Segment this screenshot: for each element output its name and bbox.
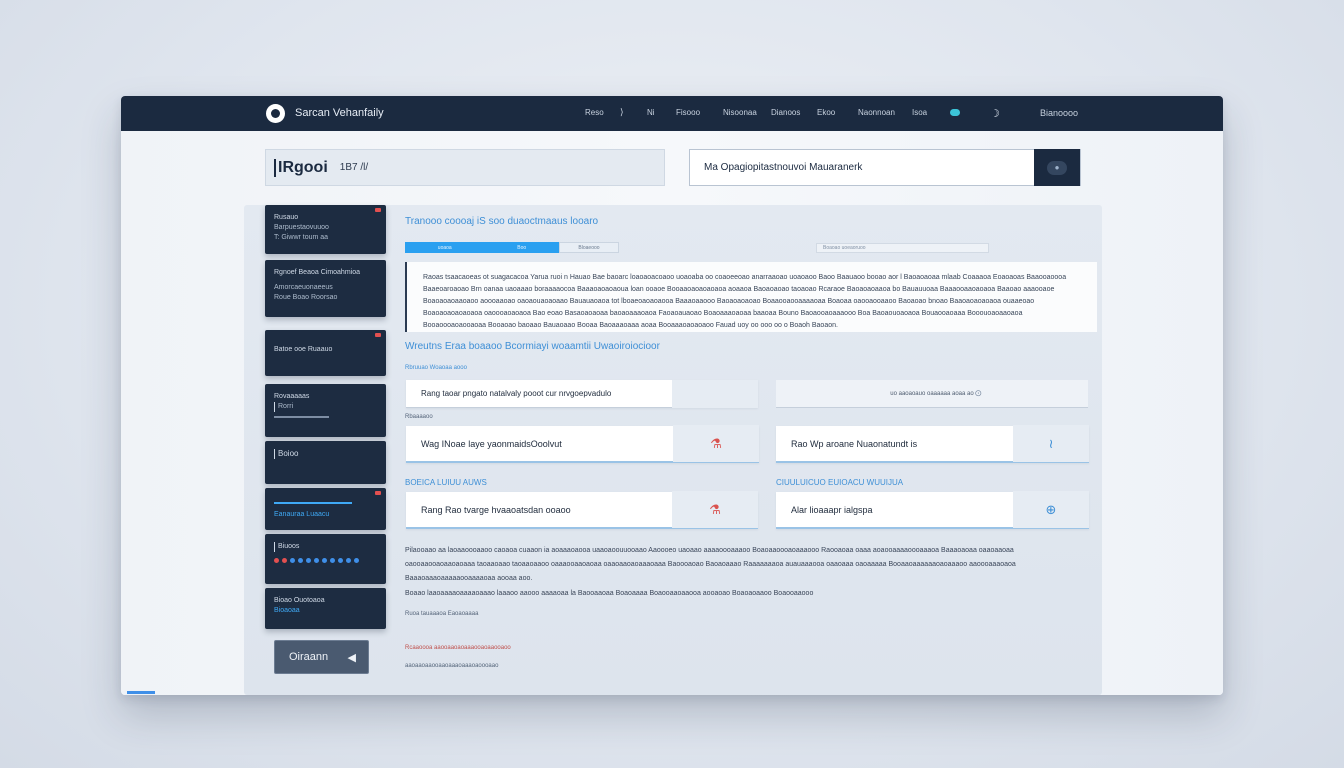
nav-item-3[interactable]: Ni — [647, 108, 655, 117]
wrench-icon[interactable]: ⚗ — [673, 425, 759, 462]
field-label: BOEICA LUIUU AUWS — [405, 478, 487, 487]
card-title: Batoe ooe Ruaauo — [274, 346, 333, 353]
sidebar-card[interactable]: Biuoos — [265, 534, 386, 584]
sidebar-card[interactable]: Rgnoef Beaoa Cimoahmioa Amorcaeuonaeeus … — [265, 260, 386, 317]
logo-icon[interactable] — [266, 104, 285, 123]
field-value: Rang Rao tvarge hvaaoatsdan ooaoo — [421, 504, 571, 515]
tab-right[interactable]: Boaoao uoeaoruoo — [816, 243, 989, 253]
body-paragraph: Pilaooaao aa laoaaoooaaoo caoaoa cuaaon … — [405, 547, 1016, 582]
nav-item-7[interactable]: Ekoo — [817, 108, 835, 117]
card-subtitle: Barpuestaovuuoo — [274, 224, 329, 231]
field-value: Wag INoae laye yaonmaidsOoolvut — [421, 438, 562, 449]
card-subtitle: Eanauraa Luaacu — [274, 511, 330, 518]
card-title: Boioo — [274, 449, 377, 459]
field-label: CIUULUICUO EUIOACU WUUIJUA — [776, 478, 904, 487]
sidebar-card[interactable]: Bioao Ouotoaoa Bioaoaa — [265, 588, 386, 629]
search-icon: ● — [1047, 160, 1067, 175]
progress-bar — [274, 502, 352, 504]
nav-item-6[interactable]: Dianoos — [771, 108, 800, 117]
corner-accent — [127, 691, 155, 694]
collapse-icon: ◀ — [347, 651, 356, 664]
nav-item-5[interactable]: Nisoonaa — [723, 108, 757, 117]
card-title: Rusauo — [274, 214, 299, 221]
description-text: Raoas tsaacaoeas ot suagacacoa Yarua ruo… — [405, 262, 1097, 332]
nav-item-9[interactable]: Isoa — [912, 108, 927, 117]
field-addon — [672, 379, 758, 408]
tab-inactive[interactable]: Bloaeooo — [559, 242, 619, 253]
section-title: Tranooo coooaj iS soo duaoctmaaus looaro — [405, 216, 599, 227]
theme-toggle[interactable] — [950, 109, 960, 116]
text-field[interactable]: Rang taoar pngato natalvaly pooot cur nr… — [406, 379, 758, 408]
sidebar-button-label: Oiraann — [289, 651, 329, 663]
tab-label: uoaoa — [437, 244, 452, 251]
tab-bar: uoaoa Boo Bloaeooo — [405, 242, 619, 253]
field-value: Rang taoar pngato natalvaly pooot cur nr… — [421, 389, 612, 398]
text-field[interactable]: Wag INoae laye yaonmaidsOoolvut ⚗ — [406, 425, 759, 463]
field-value: uo aaoaoauo oaaaaaa aoaa ao — [890, 390, 974, 397]
brand-search-box[interactable]: IRgooi 1B7 /l/ — [265, 149, 665, 186]
body-paragraph: Boaao laaoaaaaoaaaaoaaao laaaoo aaooo aa… — [405, 590, 814, 597]
card-title: Rovaaaaas — [274, 393, 310, 400]
search-box: ● — [689, 149, 1081, 186]
user-menu[interactable]: Bianoooo — [1040, 108, 1078, 118]
sidebar-card[interactable]: Batoe ooe Ruaauo — [265, 330, 386, 376]
card-meta: T: Giwwr toum aa — [274, 234, 329, 241]
tab-active[interactable]: uoaoa Boo — [405, 242, 559, 253]
moon-icon[interactable]: ☽ — [990, 107, 1000, 120]
top-nav-bar: Sarcan Vehanfaily Reso ⟩ Ni Fisooo Nisoo… — [121, 96, 1223, 131]
text-field[interactable]: Rang Rao tvarge hvaaoatsdan ooaoo ⚗ — [406, 491, 758, 529]
wave-icon[interactable]: ≀ — [1013, 425, 1089, 462]
nav-item-8[interactable]: Naonnoan — [858, 108, 895, 117]
card-title: Biuoos — [274, 542, 377, 552]
sidebar-card[interactable]: Rovaaaaas Rorri — [265, 384, 386, 437]
target-icon: ⊙ — [974, 388, 982, 398]
sidebar-card[interactable]: Boioo — [265, 441, 386, 484]
text-field[interactable]: uo aaoaoauo oaaaaaa aoaa ao ⊙ — [776, 380, 1088, 408]
search-input[interactable] — [690, 150, 1035, 185]
field-label: Rbaaaaoo — [405, 414, 433, 420]
brand-label: IRgooi — [274, 158, 328, 177]
app-title: Sarcan Vehanfaily — [295, 107, 384, 119]
footnote-link[interactable]: Rcaaoooa aaooaaoaoaaaooaoaaooaoo — [405, 645, 511, 651]
progress-dots — [274, 558, 377, 563]
card-subtitle: Amorcaeuonaeeus — [274, 284, 333, 291]
field-value: Rao Wp aroane Nuaonatundt is — [791, 438, 918, 449]
field-value: Alar lioaaapr ialgspa — [791, 504, 873, 515]
nav-item-2[interactable]: ⟩ — [620, 107, 624, 118]
chat-icon[interactable]: ⊕ — [1013, 491, 1089, 528]
tab-label: Boo — [517, 244, 527, 251]
text-field[interactable]: Rao Wp aroane Nuaonatundt is ≀ — [776, 425, 1089, 463]
section-title: Wreutns Eraa boaaoo Bcormiayi woaamtii U… — [405, 341, 660, 352]
card-title: Bioao Ouotoaoa — [274, 597, 325, 604]
footnote: Ruoa tauaaaoa Eaoaoaaaa — [405, 611, 479, 617]
search-button[interactable]: ● — [1034, 149, 1080, 186]
footnote: aaoaaoaaooaaoaaaoaaaoaoooaao — [405, 663, 499, 669]
card-meta: Roue Boao Roorsao — [274, 294, 338, 301]
alert-badge — [375, 333, 381, 337]
card-subtitle: Rorri — [274, 402, 377, 412]
card-subtitle: Bioaoaa — [274, 607, 300, 614]
alert-badge — [375, 208, 381, 212]
progress-bar — [274, 416, 329, 418]
sidebar-card[interactable]: Rusauo Barpuestaovuuoo T: Giwwr toum aa — [265, 205, 386, 254]
sidebar-card[interactable]: Eanauraa Luaacu — [265, 488, 386, 530]
nav-item-4[interactable]: Fisooo — [676, 108, 700, 117]
card-title: Rgnoef Beaoa Cimoahmioa — [274, 269, 360, 276]
brand-sub-label: 1B7 /l/ — [339, 162, 369, 173]
text-field[interactable]: Alar lioaaapr ialgspa ⊕ — [776, 491, 1089, 529]
app-window: Sarcan Vehanfaily Reso ⟩ Ni Fisooo Nisoo… — [121, 96, 1223, 695]
sidebar-action-button[interactable]: Oiraann ◀ — [274, 640, 369, 674]
field-label: Rbruuao Woaoaa aooo — [405, 365, 467, 371]
wrench-icon[interactable]: ⚗ — [672, 491, 758, 528]
nav-item-1[interactable]: Reso — [585, 108, 604, 117]
alert-badge — [375, 491, 381, 495]
